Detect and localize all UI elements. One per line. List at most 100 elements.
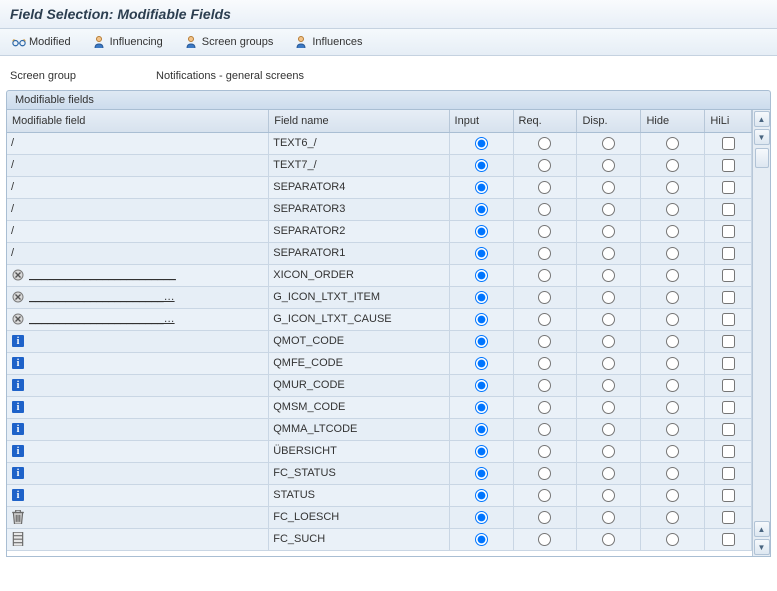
input-radio[interactable] xyxy=(475,533,488,546)
hide-radio[interactable] xyxy=(666,533,679,546)
req-radio[interactable] xyxy=(538,335,551,348)
hili-checkbox[interactable] xyxy=(722,225,735,238)
hide-radio[interactable] xyxy=(666,225,679,238)
cell-field-name[interactable]: QMMA_LTCODE xyxy=(269,418,449,440)
scroll-thumb[interactable] xyxy=(755,148,769,168)
input-radio[interactable] xyxy=(475,467,488,480)
input-radio[interactable] xyxy=(475,137,488,150)
cell-field-name[interactable]: TEXT7_/ xyxy=(269,154,449,176)
cell-modifiable-field[interactable]: i xyxy=(7,330,269,352)
influences-button[interactable]: Influences xyxy=(291,33,366,51)
req-radio[interactable] xyxy=(538,225,551,238)
hili-checkbox[interactable] xyxy=(722,181,735,194)
cell-modifiable-field[interactable]: i xyxy=(7,440,269,462)
vertical-scrollbar[interactable]: ▲ ▼ ▲ ▼ xyxy=(752,110,770,556)
cell-field-name[interactable]: FC_STATUS xyxy=(269,462,449,484)
cell-modifiable-field[interactable]: / xyxy=(7,198,269,220)
hide-radio[interactable] xyxy=(666,159,679,172)
disp-radio[interactable] xyxy=(602,533,615,546)
input-radio[interactable] xyxy=(475,423,488,436)
disp-radio[interactable] xyxy=(602,445,615,458)
cell-modifiable-field[interactable]: / xyxy=(7,132,269,154)
req-radio[interactable] xyxy=(538,137,551,150)
disp-radio[interactable] xyxy=(602,511,615,524)
req-radio[interactable] xyxy=(538,533,551,546)
req-radio[interactable] xyxy=(538,203,551,216)
col-field-name[interactable]: Field name xyxy=(269,110,449,132)
input-radio[interactable] xyxy=(475,181,488,194)
disp-radio[interactable] xyxy=(602,181,615,194)
col-hili[interactable]: HiLi xyxy=(705,110,752,132)
col-hide[interactable]: Hide xyxy=(641,110,705,132)
input-radio[interactable] xyxy=(475,203,488,216)
cell-field-name[interactable]: QMFE_CODE xyxy=(269,352,449,374)
hili-checkbox[interactable] xyxy=(722,313,735,326)
disp-radio[interactable] xyxy=(602,401,615,414)
input-radio[interactable] xyxy=(475,445,488,458)
hili-checkbox[interactable] xyxy=(722,203,735,216)
hili-checkbox[interactable] xyxy=(722,533,735,546)
hili-checkbox[interactable] xyxy=(722,335,735,348)
req-radio[interactable] xyxy=(538,423,551,436)
disp-radio[interactable] xyxy=(602,247,615,260)
cell-field-name[interactable]: QMSM_CODE xyxy=(269,396,449,418)
disp-radio[interactable] xyxy=(602,291,615,304)
hili-checkbox[interactable] xyxy=(722,423,735,436)
hili-checkbox[interactable] xyxy=(722,247,735,260)
req-radio[interactable] xyxy=(538,379,551,392)
disp-radio[interactable] xyxy=(602,357,615,370)
hili-checkbox[interactable] xyxy=(722,401,735,414)
scroll-up2-button[interactable]: ▲ xyxy=(754,521,770,537)
disp-radio[interactable] xyxy=(602,423,615,436)
cell-modifiable-field[interactable]: i xyxy=(7,374,269,396)
hide-radio[interactable] xyxy=(666,269,679,282)
cell-field-name[interactable]: XICON_ORDER xyxy=(269,264,449,286)
hili-checkbox[interactable] xyxy=(722,445,735,458)
col-input[interactable]: Input xyxy=(449,110,513,132)
req-radio[interactable] xyxy=(538,467,551,480)
scroll-down2-button[interactable]: ▼ xyxy=(754,539,770,555)
input-radio[interactable] xyxy=(475,379,488,392)
col-disp[interactable]: Disp. xyxy=(577,110,641,132)
hide-radio[interactable] xyxy=(666,511,679,524)
hide-radio[interactable] xyxy=(666,467,679,480)
input-radio[interactable] xyxy=(475,269,488,282)
hide-radio[interactable] xyxy=(666,137,679,150)
input-radio[interactable] xyxy=(475,401,488,414)
input-radio[interactable] xyxy=(475,313,488,326)
req-radio[interactable] xyxy=(538,489,551,502)
cell-field-name[interactable]: SEPARATOR1 xyxy=(269,242,449,264)
hili-checkbox[interactable] xyxy=(722,291,735,304)
req-radio[interactable] xyxy=(538,159,551,172)
req-radio[interactable] xyxy=(538,401,551,414)
screen-groups-button[interactable]: Screen groups xyxy=(181,33,278,51)
hide-radio[interactable] xyxy=(666,401,679,414)
cell-modifiable-field[interactable]: ________________________ xyxy=(7,264,269,286)
cell-field-name[interactable]: QMOT_CODE xyxy=(269,330,449,352)
cell-field-name[interactable]: G_ICON_LTXT_CAUSE xyxy=(269,308,449,330)
cell-modifiable-field[interactable]: / xyxy=(7,242,269,264)
input-radio[interactable] xyxy=(475,335,488,348)
input-radio[interactable] xyxy=(475,225,488,238)
cell-field-name[interactable]: STATUS xyxy=(269,484,449,506)
disp-radio[interactable] xyxy=(602,203,615,216)
hide-radio[interactable] xyxy=(666,379,679,392)
hide-radio[interactable] xyxy=(666,247,679,260)
cell-field-name[interactable]: SEPARATOR2 xyxy=(269,220,449,242)
cell-modifiable-field[interactable]: / xyxy=(7,154,269,176)
cell-modifiable-field[interactable]: ______________________… xyxy=(7,308,269,330)
cell-field-name[interactable]: G_ICON_LTXT_ITEM xyxy=(269,286,449,308)
input-radio[interactable] xyxy=(475,291,488,304)
input-radio[interactable] xyxy=(475,159,488,172)
input-radio[interactable] xyxy=(475,247,488,260)
cell-field-name[interactable]: ÜBERSICHT xyxy=(269,440,449,462)
disp-radio[interactable] xyxy=(602,489,615,502)
req-radio[interactable] xyxy=(538,313,551,326)
req-radio[interactable] xyxy=(538,511,551,524)
disp-radio[interactable] xyxy=(602,379,615,392)
cell-field-name[interactable]: FC_SUCH xyxy=(269,528,449,550)
cell-field-name[interactable]: FC_LOESCH xyxy=(269,506,449,528)
cell-modifiable-field[interactable]: i xyxy=(7,396,269,418)
scroll-down-button[interactable]: ▼ xyxy=(754,129,770,145)
hili-checkbox[interactable] xyxy=(722,489,735,502)
